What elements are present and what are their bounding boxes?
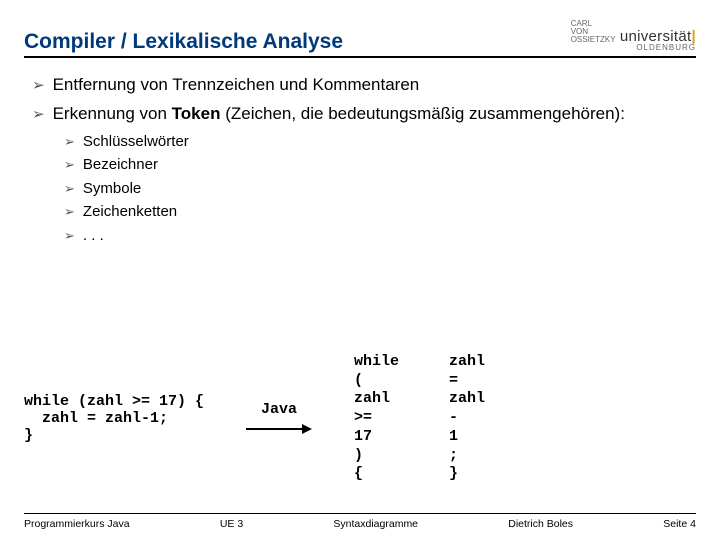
bullet-level2: ➢ Zeichenketten [64,202,688,222]
bullet-text: Entfernung von Trennzeichen und Kommenta… [53,74,420,97]
bold-token: Token [172,104,221,123]
arrow-label: Java [261,401,297,418]
bullet-level2: ➢ Symbole [64,179,688,199]
chevron-icon: ➢ [32,76,45,94]
slide-content: ➢ Entfernung von Trennzeichen und Kommen… [24,74,696,245]
bullet-level2: ➢ . . . [64,226,688,246]
chevron-icon: ➢ [64,204,75,220]
token-column-2: zahl = zahl - 1 ; } [449,353,485,484]
bullet-text: Erkennung von Token (Zeichen, die bedeut… [53,103,625,126]
slide-header: Compiler / Lexikalische Analyse CARL VON… [24,20,696,58]
chevron-icon: ➢ [64,157,75,173]
bullet-text: Zeichenketten [83,202,177,222]
slide-title: Compiler / Lexikalische Analyse [24,30,343,54]
bullet-text: Bezeichner [83,155,158,175]
chevron-icon: ➢ [32,105,45,123]
footer-unit: UE 3 [220,518,243,530]
chevron-icon: ➢ [64,228,75,244]
logo-lines: CARL VON OSSIETZKY [571,20,616,44]
university-logo: CARL VON OSSIETZKY universität| OLDENBUR… [571,20,696,54]
footer-course: Programmierkurs Java [24,518,130,530]
footer-topic: Syntaxdiagramme [333,518,418,530]
bullet-text: Symbole [83,179,141,199]
arrow-block: Java [244,401,314,436]
footer-page: Seite 4 [663,518,696,530]
logo-city: OLDENBURG [636,43,696,52]
source-code: while (zahl >= 17) { zahl = zahl-1; } [24,393,204,444]
chevron-icon: ➢ [64,134,75,150]
bullet-level2: ➢ Bezeichner [64,155,688,175]
bullet-text: Schlüsselwörter [83,132,189,152]
slide-footer: Programmierkurs Java UE 3 Syntaxdiagramm… [24,513,696,530]
bullet-level2: ➢ Schlüsselwörter [64,132,688,152]
chevron-icon: ➢ [64,181,75,197]
bullet-level1: ➢ Entfernung von Trennzeichen und Kommen… [32,74,688,97]
bullet-text: . . . [83,226,104,246]
footer-author: Dietrich Boles [508,518,573,530]
arrow-icon [244,422,314,436]
token-column-1: while ( zahl >= 17 ) { [354,353,399,484]
token-example: while (zahl >= 17) { zahl = zahl-1; } Ja… [24,353,696,484]
bullet-level1: ➢ Erkennung von Token (Zeichen, die bede… [32,103,688,126]
